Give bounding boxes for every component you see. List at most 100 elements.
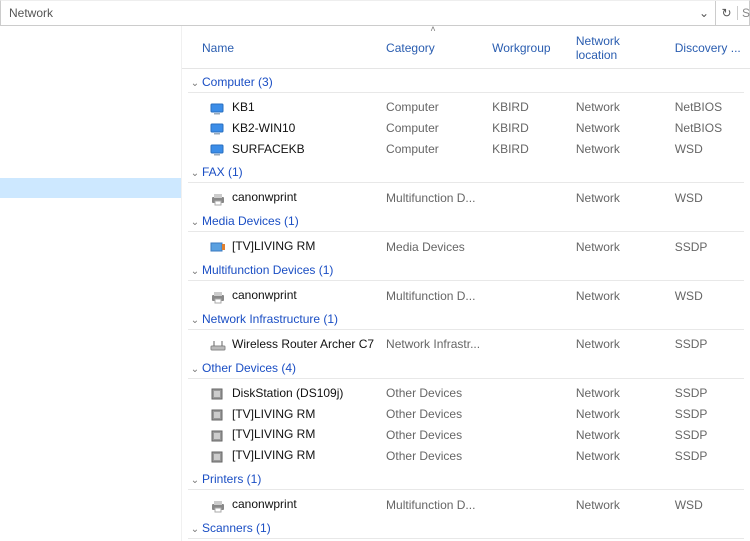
pc-icon [210, 122, 226, 136]
sort-indicator-icon: ˄ [430, 26, 435, 34]
device-discovery-cell: SSDP [669, 445, 750, 466]
group-header[interactable]: ⌄Scanners (1) [182, 515, 750, 541]
device-workgroup-cell: KBIRD [486, 97, 570, 118]
search-input[interactable]: S [737, 6, 749, 20]
device-category-cell: Media Devices [380, 236, 486, 257]
device-name-cell: canonwprint [182, 187, 380, 208]
device-row[interactable]: SURFACEKB Computer KBIRD Network WSD [182, 139, 750, 160]
other-icon [210, 428, 226, 442]
group-label: FAX (1) [202, 165, 243, 179]
device-discovery-cell: SSDP [669, 334, 750, 355]
device-category-cell: Computer [380, 118, 486, 139]
device-location-cell: Network [570, 404, 669, 425]
group-header[interactable]: ⌄Multifunction Devices (1) [182, 257, 750, 285]
group-header[interactable]: ⌄Printers (1) [182, 466, 750, 494]
device-row[interactable]: [TV]LIVING RM Other Devices Network SSDP [182, 445, 750, 466]
device-row[interactable]: KB2-WIN10 Computer KBIRD Network NetBIOS [182, 118, 750, 139]
group-header[interactable]: ⌄Network Infrastructure (1) [182, 306, 750, 334]
main-panes: Name ˄Category Workgroup Network locatio… [0, 26, 750, 541]
device-name-cell: canonwprint [182, 285, 380, 306]
group-label: Media Devices (1) [202, 214, 299, 228]
pc-icon [210, 142, 226, 156]
device-name-cell: DiskStation (DS109j) [182, 383, 380, 404]
device-row[interactable]: [TV]LIVING RM Other Devices Network SSDP [182, 424, 750, 445]
device-category-cell: Computer [380, 97, 486, 118]
chevron-down-icon: ⌄ [188, 524, 202, 535]
device-workgroup-cell [486, 285, 570, 306]
other-icon [210, 407, 226, 421]
device-discovery-cell: SSDP [669, 424, 750, 445]
device-location-cell: Network [570, 445, 669, 466]
device-workgroup-cell [486, 187, 570, 208]
device-row[interactable]: canonwprint Multifunction D... Network W… [182, 494, 750, 515]
device-location-cell: Network [570, 383, 669, 404]
device-row[interactable]: canonwprint Multifunction D... Network W… [182, 285, 750, 306]
chevron-down-icon: ⌄ [188, 78, 202, 89]
printer-icon [210, 191, 226, 205]
device-name-cell: [TV]LIVING RM [182, 445, 380, 466]
device-workgroup-cell [486, 334, 570, 355]
device-category-cell: Other Devices [380, 445, 486, 466]
device-name-cell: Wireless Router Archer C7 [182, 334, 380, 355]
chevron-down-icon: ⌄ [188, 266, 202, 277]
device-name-cell: KB1 [182, 97, 380, 118]
device-location-cell: Network [570, 236, 669, 257]
chevron-down-icon: ⌄ [188, 364, 202, 375]
group-label: Other Devices (4) [202, 361, 296, 375]
device-location-cell: Network [570, 424, 669, 445]
device-discovery-cell: WSD [669, 494, 750, 515]
device-workgroup-cell [486, 383, 570, 404]
media-icon [210, 240, 226, 254]
column-workgroup[interactable]: Workgroup [486, 26, 570, 69]
device-discovery-cell: WSD [669, 187, 750, 208]
device-row[interactable]: [TV]LIVING RM Other Devices Network SSDP [182, 404, 750, 425]
printer-icon [210, 498, 226, 512]
group-label: Network Infrastructure (1) [202, 312, 338, 326]
device-row[interactable]: DiskStation (DS109j) Other Devices Netwo… [182, 383, 750, 404]
column-name[interactable]: Name [182, 26, 380, 69]
chevron-down-icon: ⌄ [699, 6, 709, 20]
column-header-row: Name ˄Category Workgroup Network locatio… [182, 26, 750, 69]
device-workgroup-cell [486, 404, 570, 425]
address-bar: Network ⌄ ↻ S [0, 0, 750, 26]
column-discovery[interactable]: Discovery ... [669, 26, 750, 69]
device-row[interactable]: Wireless Router Archer C7 Network Infras… [182, 334, 750, 355]
router-icon [210, 338, 226, 352]
device-workgroup-cell [486, 445, 570, 466]
group-header[interactable]: ⌄FAX (1) [182, 159, 750, 187]
device-discovery-cell: SSDP [669, 236, 750, 257]
device-category-cell: Network Infrastr... [380, 334, 486, 355]
device-discovery-cell: NetBIOS [669, 118, 750, 139]
device-category-cell: Other Devices [380, 383, 486, 404]
chevron-down-icon: ⌄ [188, 217, 202, 228]
device-location-cell: Network [570, 118, 669, 139]
device-row[interactable]: canonwprint Multifunction D... Network W… [182, 187, 750, 208]
device-location-cell: Network [570, 285, 669, 306]
navigation-pane[interactable] [0, 26, 182, 541]
address-dropdown-button[interactable]: ⌄ [693, 1, 715, 25]
column-category[interactable]: ˄Category [380, 26, 486, 69]
device-row[interactable]: [TV]LIVING RM Media Devices Network SSDP [182, 236, 750, 257]
refresh-button[interactable]: ↻ [715, 1, 737, 25]
device-location-cell: Network [570, 139, 669, 160]
other-icon [210, 387, 226, 401]
refresh-icon: ↻ [721, 6, 731, 20]
device-workgroup-cell: KBIRD [486, 139, 570, 160]
group-label: Computer (3) [202, 75, 273, 89]
column-network-location[interactable]: Network location [570, 26, 669, 69]
device-category-cell: Other Devices [380, 424, 486, 445]
group-header[interactable]: ⌄Media Devices (1) [182, 208, 750, 236]
device-name-cell: [TV]LIVING RM [182, 424, 380, 445]
chevron-down-icon: ⌄ [188, 168, 202, 179]
device-workgroup-cell [486, 236, 570, 257]
group-header[interactable]: ⌄Computer (3) [182, 69, 750, 98]
device-category-cell: Other Devices [380, 404, 486, 425]
device-category-cell: Multifunction D... [380, 494, 486, 515]
device-discovery-cell: NetBIOS [669, 97, 750, 118]
printer-icon [210, 289, 226, 303]
group-header[interactable]: ⌄Other Devices (4) [182, 355, 750, 383]
device-row[interactable]: KB1 Computer KBIRD Network NetBIOS [182, 97, 750, 118]
device-name-cell: [TV]LIVING RM [182, 404, 380, 425]
address-text[interactable]: Network [1, 6, 693, 20]
sidebar-selected-item[interactable] [0, 178, 181, 198]
